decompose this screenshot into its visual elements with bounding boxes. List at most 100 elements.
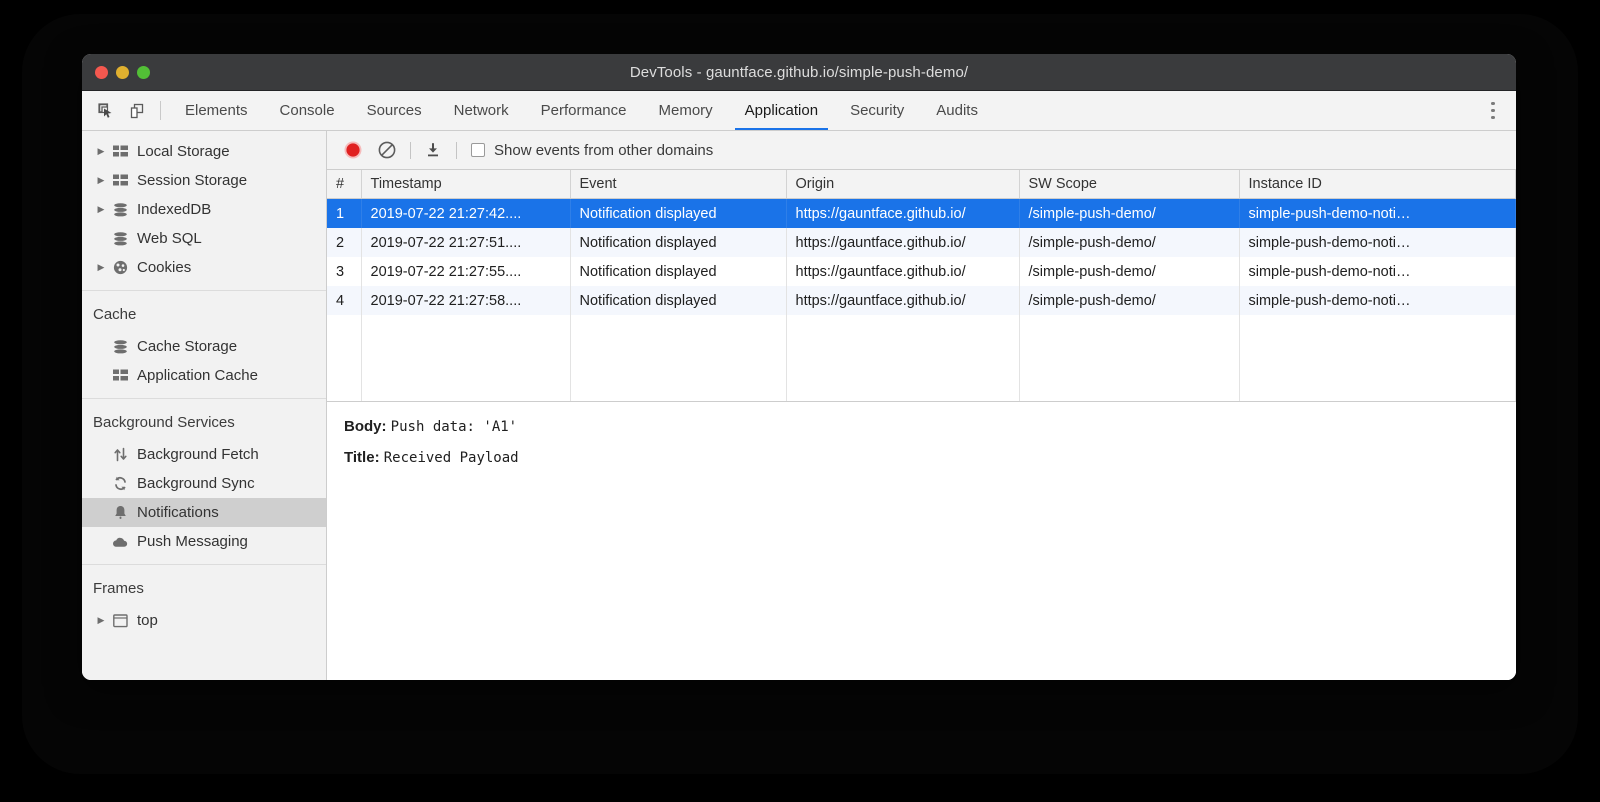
sidebar-item-indexeddb[interactable]: ▶ IndexedDB bbox=[82, 195, 326, 224]
toolbar-separator bbox=[456, 142, 457, 159]
chevron-right-icon[interactable]: ▶ bbox=[93, 204, 109, 215]
tab-security[interactable]: Security bbox=[834, 91, 920, 130]
tab-label: Security bbox=[850, 102, 904, 119]
tab-console[interactable]: Console bbox=[264, 91, 351, 130]
tab-elements[interactable]: Elements bbox=[169, 91, 264, 130]
tab-label: Network bbox=[454, 102, 509, 119]
cell-event: Notification displayed bbox=[570, 228, 786, 257]
sidebar-group-background-services: Background Services ▶ Background Fetch ▶ bbox=[82, 399, 326, 559]
sidebar-item-notifications[interactable]: ▶ Notifications bbox=[82, 498, 326, 527]
sidebar-group-frames: Frames ▶ top bbox=[82, 565, 326, 638]
screenshot-stage: DevTools - gauntface.github.io/simple-pu… bbox=[0, 0, 1600, 802]
tabbar-right-group bbox=[1459, 91, 1516, 130]
chevron-right-icon[interactable]: ▶ bbox=[93, 146, 109, 157]
sidebar-item-label: IndexedDB bbox=[137, 201, 211, 218]
show-other-domains-checkbox-row[interactable]: Show events from other domains bbox=[471, 142, 713, 159]
sidebar-item-label: Cookies bbox=[137, 259, 191, 276]
table-row[interactable]: 1 2019-07-22 21:27:42.... Notification d… bbox=[327, 199, 1516, 229]
table-icon bbox=[109, 369, 131, 382]
record-button-icon[interactable] bbox=[340, 137, 366, 163]
table-row[interactable]: 2 2019-07-22 21:27:51.... Notification d… bbox=[327, 228, 1516, 257]
tab-label: Application bbox=[745, 102, 818, 119]
database-icon bbox=[109, 232, 131, 246]
download-icon[interactable] bbox=[420, 137, 446, 163]
sidebar-item-cache-storage[interactable]: ▶ Cache Storage bbox=[82, 332, 326, 361]
updown-arrows-icon bbox=[109, 447, 131, 462]
sidebar-item-label: Application Cache bbox=[137, 367, 258, 384]
sidebar-item-local-storage[interactable]: ▶ Local Storage bbox=[82, 137, 326, 166]
sidebar-item-cookies[interactable]: ▶ Cookies bbox=[82, 253, 326, 282]
filler-cell bbox=[570, 315, 786, 401]
kebab-menu-icon[interactable] bbox=[1484, 101, 1502, 121]
cell-timestamp: 2019-07-22 21:27:51.... bbox=[361, 228, 570, 257]
sidebar-item-label: Notifications bbox=[137, 504, 219, 521]
tab-network[interactable]: Network bbox=[438, 91, 525, 130]
filler-cell bbox=[327, 315, 361, 401]
sidebar-item-top[interactable]: ▶ top bbox=[82, 606, 326, 635]
cell-timestamp: 2019-07-22 21:27:42.... bbox=[361, 199, 570, 229]
tab-audits[interactable]: Audits bbox=[920, 91, 994, 130]
zoom-window-button[interactable] bbox=[137, 66, 150, 79]
inspect-element-icon[interactable] bbox=[96, 101, 115, 120]
sidebar-item-application-cache[interactable]: ▶ Application Cache bbox=[82, 361, 326, 390]
cell-event: Notification displayed bbox=[570, 286, 786, 315]
table-row[interactable]: 3 2019-07-22 21:27:55.... Notification d… bbox=[327, 257, 1516, 286]
detail-title-row: Title: Received Payload bbox=[344, 449, 1516, 466]
minimize-window-button[interactable] bbox=[116, 66, 129, 79]
chevron-right-icon[interactable]: ▶ bbox=[93, 615, 109, 626]
events-table-container: # Timestamp Event Origin SW Scope Instan… bbox=[327, 170, 1516, 402]
table-empty-filler bbox=[327, 315, 1516, 401]
column-header-instance-id[interactable]: Instance ID bbox=[1239, 170, 1516, 199]
sidebar-item-background-sync[interactable]: ▶ Background Sync bbox=[82, 469, 326, 498]
cell-event: Notification displayed bbox=[570, 257, 786, 286]
sidebar-item-push-messaging[interactable]: ▶ Push Messaging bbox=[82, 527, 326, 556]
database-icon bbox=[109, 340, 131, 354]
devtools-window: DevTools - gauntface.github.io/simple-pu… bbox=[82, 54, 1516, 680]
sidebar-item-label: Push Messaging bbox=[137, 533, 248, 550]
bell-icon bbox=[109, 505, 131, 520]
close-window-button[interactable] bbox=[95, 66, 108, 79]
tab-sources[interactable]: Sources bbox=[351, 91, 438, 130]
column-header-event[interactable]: Event bbox=[570, 170, 786, 199]
detail-title-value: Received Payload bbox=[384, 450, 519, 466]
table-header-row: # Timestamp Event Origin SW Scope Instan… bbox=[327, 170, 1516, 199]
frame-icon bbox=[109, 614, 131, 628]
show-other-domains-checkbox[interactable] bbox=[471, 143, 485, 157]
column-header-sw-scope[interactable]: SW Scope bbox=[1019, 170, 1239, 199]
cell-sw-scope: /simple-push-demo/ bbox=[1019, 228, 1239, 257]
devtools-tabs: Elements Console Sources Network Perform… bbox=[169, 91, 994, 130]
clear-no-entry-icon[interactable] bbox=[374, 137, 400, 163]
device-toolbar-icon[interactable] bbox=[127, 101, 146, 120]
table-icon bbox=[109, 174, 131, 187]
cookie-icon bbox=[109, 260, 131, 275]
sidebar-section-header: Frames bbox=[82, 568, 326, 606]
tab-label: Sources bbox=[367, 102, 422, 119]
background-services-toolbar: Show events from other domains bbox=[327, 131, 1516, 170]
detail-title-key: Title: bbox=[344, 449, 380, 466]
chevron-right-icon[interactable]: ▶ bbox=[93, 175, 109, 186]
table-row[interactable]: 4 2019-07-22 21:27:58.... Notification d… bbox=[327, 286, 1516, 315]
cell-sw-scope: /simple-push-demo/ bbox=[1019, 257, 1239, 286]
column-header-origin[interactable]: Origin bbox=[786, 170, 1019, 199]
sidebar-item-web-sql[interactable]: ▶ Web SQL bbox=[82, 224, 326, 253]
tab-memory[interactable]: Memory bbox=[643, 91, 729, 130]
column-header-number[interactable]: # bbox=[327, 170, 361, 199]
filler-cell bbox=[361, 315, 570, 401]
window-title: DevTools - gauntface.github.io/simple-pu… bbox=[630, 64, 968, 81]
tab-application[interactable]: Application bbox=[729, 91, 834, 130]
show-other-domains-label: Show events from other domains bbox=[494, 142, 713, 159]
cell-origin: https://gauntface.github.io/ bbox=[786, 199, 1019, 229]
sidebar-item-background-fetch[interactable]: ▶ Background Fetch bbox=[82, 440, 326, 469]
chevron-right-icon[interactable]: ▶ bbox=[93, 262, 109, 273]
tabbar-separator bbox=[160, 101, 161, 120]
column-header-timestamp[interactable]: Timestamp bbox=[361, 170, 570, 199]
application-sidebar: ▶ Local Storage ▶ Session Storage bbox=[82, 131, 327, 680]
sidebar-item-session-storage[interactable]: ▶ Session Storage bbox=[82, 166, 326, 195]
filler-cell bbox=[786, 315, 1019, 401]
tab-label: Performance bbox=[541, 102, 627, 119]
tab-performance[interactable]: Performance bbox=[525, 91, 643, 130]
sidebar-item-label: Background Sync bbox=[137, 475, 255, 492]
table-icon bbox=[109, 145, 131, 158]
sidebar-item-label: Local Storage bbox=[137, 143, 230, 160]
events-table: # Timestamp Event Origin SW Scope Instan… bbox=[327, 170, 1516, 401]
